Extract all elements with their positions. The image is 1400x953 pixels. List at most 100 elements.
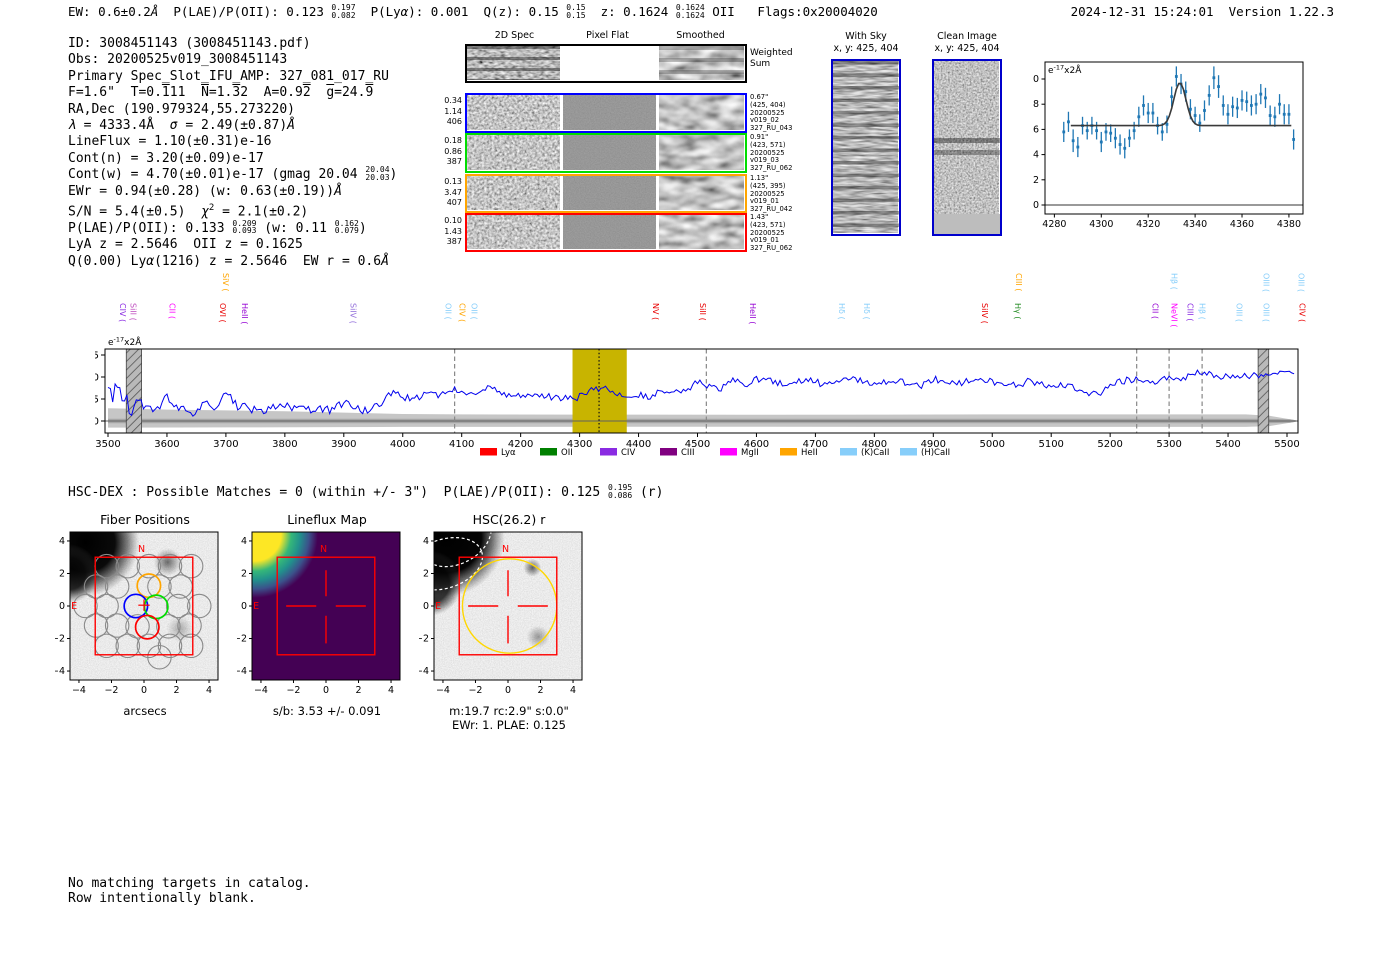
emission-line-label: CII ( <box>167 303 176 319</box>
svg-text:0: 0 <box>59 601 65 612</box>
svg-text:−2: −2 <box>237 634 247 645</box>
header-summary: EW: 0.6±0.2Å P(LAE)/P(OII): 0.123 0.197 0… <box>68 2 878 20</box>
footer-line-2: Row intentionally blank. <box>68 891 256 906</box>
east-label: E <box>71 601 77 612</box>
hsc-panel-sublabel-1: m:19.7 rc:2.9" s:0.0" <box>449 704 569 718</box>
svg-text:−4: −4 <box>436 685 450 696</box>
legend-label: Lyα <box>501 448 516 458</box>
svg-text:−4: −4 <box>419 666 429 677</box>
svg-text:10: 10 <box>1033 74 1039 85</box>
spec2d-row-left-labels: 0.34 1.14 406 <box>444 96 462 126</box>
legend-label: CIV <box>621 448 635 458</box>
svg-text:0: 0 <box>95 417 99 428</box>
spec2d-row-right-labels: 0.91" (423, 571) 20200525 v019_03 327_RU_062 <box>750 133 793 173</box>
svg-text:4320: 4320 <box>1136 219 1160 230</box>
svg-text:4: 4 <box>206 685 212 696</box>
noise-texture <box>659 176 744 210</box>
svg-text:4: 4 <box>59 536 65 547</box>
spec2d-row-left-labels: 0.10 1.43 387 <box>444 216 462 246</box>
svg-text:−2: −2 <box>286 685 300 696</box>
emission-line-label: SiII ( <box>129 303 138 321</box>
emission-line-label: NeVI ( <box>1170 303 1179 327</box>
spec2d-row <box>465 174 747 213</box>
svg-text:−2: −2 <box>104 685 118 696</box>
fiber-panel-title: Fiber Positions <box>100 512 190 527</box>
svg-text:5000: 5000 <box>980 439 1005 450</box>
noise-texture <box>467 135 560 170</box>
legend-label: (H)CaII <box>921 448 950 458</box>
stacked-fraction: 0.195 0.086 <box>608 483 633 500</box>
svg-text:2: 2 <box>59 568 65 579</box>
masked-region <box>125 349 143 433</box>
svg-text:2: 2 <box>355 685 361 696</box>
weighted-sum-label: Weighted Sum <box>750 48 793 69</box>
svg-text:4: 4 <box>423 536 429 547</box>
flux-units-label: e-17x2Å <box>108 336 142 349</box>
info-line: ID: 3008451143 (3008451143.pdf) <box>68 36 311 51</box>
info-line: P(LAE)/P(OII): 0.133 0.209 0.093 (w: 0.11… <box>68 218 367 236</box>
footer-line-1: No matching targets in catalog. <box>68 876 311 891</box>
svg-text:−4: −4 <box>254 685 268 696</box>
sky-line-stripes <box>659 46 744 80</box>
svg-text:2: 2 <box>1033 175 1039 186</box>
svg-text:8: 8 <box>1033 99 1039 110</box>
line-fit-zoom-plot: 4280 4300 4320 4340 4360 4380 0 2 4 6 8 10 e-17x2Å <box>1033 61 1304 230</box>
spec2d-row-right-labels: 0.67" (425, 404) 20200525 v019_02 327_RU_043 <box>750 93 793 133</box>
hsc-image-plot: N E −4 −4 −2 −2 0 0 2 2 4 4 <box>419 531 583 696</box>
emission-line-label: Hδ ( <box>862 303 871 320</box>
svg-text:4380: 4380 <box>1277 219 1301 230</box>
legend-label: HeII <box>801 448 818 458</box>
spec2d-row <box>465 213 747 252</box>
elixer-report-page: EW: 0.6±0.2Å P(LAE)/P(OII): 0.123 0.197 0… <box>0 0 1400 953</box>
svg-text:0: 0 <box>423 601 429 612</box>
emission-line-label: SiIV ( <box>348 303 357 324</box>
legend-swatch <box>480 448 497 456</box>
svg-text:5400: 5400 <box>1215 439 1240 450</box>
svg-text:5: 5 <box>95 395 99 406</box>
spec2d-col-header-0: 2D Spec <box>494 30 535 41</box>
svg-text:3800: 3800 <box>272 439 297 450</box>
svg-text:−2: −2 <box>468 685 482 696</box>
legend-label: (K)CaII <box>861 448 889 458</box>
stacked-fraction: 0.1624 0.1624 <box>675 2 705 20</box>
with-sky-image <box>831 59 901 236</box>
svg-text:2: 2 <box>537 685 543 696</box>
lineflux-map-plot: N E −4 −4 −2 −2 0 0 2 2 4 4 <box>237 531 401 696</box>
svg-text:4: 4 <box>1033 150 1039 161</box>
legend-swatch <box>600 448 617 456</box>
emission-line-label: SiIV ( <box>980 303 989 324</box>
svg-text:0: 0 <box>241 601 247 612</box>
legend-label: CIII <box>681 448 694 458</box>
header-version: Version 1.22.3 <box>1228 4 1334 19</box>
noise-texture <box>563 215 656 249</box>
legend-swatch <box>900 448 917 456</box>
spec2d-row-right-labels: 1.43" (423, 571) 20200525 v019_01 327_RU_062 <box>750 213 793 253</box>
svg-text:4280: 4280 <box>1042 219 1066 230</box>
noise-texture <box>659 135 744 170</box>
stacked-fraction: 0.15 0.15 <box>566 2 586 20</box>
svg-text:5500: 5500 <box>1274 439 1299 450</box>
emission-line-label: Hδ ( <box>837 303 846 320</box>
emission-line-label: OIII ( <box>1262 273 1271 292</box>
svg-text:4: 4 <box>570 685 576 696</box>
emission-line-label: OIII ( <box>1234 303 1243 322</box>
lineflux-panel-sublabel: s/b: 3.53 +/- 0.091 <box>272 704 382 718</box>
east-label: E <box>253 601 259 612</box>
svg-text:−2: −2 <box>419 634 429 645</box>
noise-texture <box>563 176 656 210</box>
legend-label: OII <box>561 448 573 458</box>
svg-text:6: 6 <box>1033 124 1039 135</box>
noise-texture <box>934 61 999 233</box>
emission-line-label: CIV ( <box>1298 303 1307 322</box>
emission-line-label: Hγ ( <box>1013 303 1022 319</box>
svg-text:4300: 4300 <box>1089 219 1113 230</box>
info-line: Cont(n) = 3.20(±0.09)e-17 <box>68 150 264 166</box>
svg-text:−2: −2 <box>55 634 65 645</box>
sky-line-stripes <box>467 46 560 80</box>
legend-label: MgII <box>741 448 759 458</box>
svg-text:10: 10 <box>95 373 99 384</box>
north-label: N <box>138 544 145 555</box>
emission-line-label: HeII ( <box>240 303 249 324</box>
spec2d-row <box>465 133 747 173</box>
stacked-fraction: 0.209 0.093 <box>232 218 257 236</box>
